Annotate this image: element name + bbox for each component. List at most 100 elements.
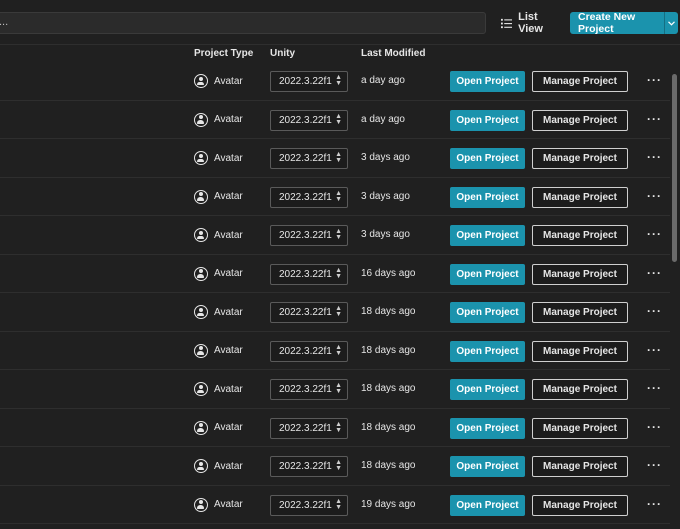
open-project-button[interactable]: Open Project [450,340,525,362]
updown-arrows-icon: ▲ ▼ [335,497,342,511]
table-row[interactable]: Avatar 2022.3.22f1 ▲ ▼ 18 days ago Open P… [0,293,670,332]
search-input[interactable]: ... [0,12,486,34]
updown-arrows-icon: ▲ ▼ [335,343,342,357]
manage-project-button[interactable]: Manage Project [532,186,628,208]
manage-project-button[interactable]: Manage Project [532,148,628,169]
table-row[interactable]: Avatar 2022.3.22f1 ▲ ▼ 18 days ago Open P… [0,408,670,447]
updown-arrows-icon: ▲ ▼ [335,420,342,434]
table-row[interactable]: Avatar 2022.3.22f1 ▲ ▼ 3 days ago Open Pr… [0,139,670,178]
unity-version-select[interactable]: 2022.3.22f1 ▲ ▼ [270,417,348,439]
more-options-icon[interactable]: ··· [647,343,662,357]
project-type-cell: Avatar [194,189,243,204]
scrollbar[interactable] [670,62,680,529]
open-project-button[interactable]: Open Project [450,302,525,323]
table-row[interactable]: Avatar 2022.3.22f1 ▲ ▼ 16 days ago Open P… [0,254,670,293]
open-project-button[interactable]: Open Project [450,109,525,131]
top-toolbar: ... List View Create New Project [0,0,680,44]
unity-version-select[interactable]: 2022.3.22f1 ▲ ▼ [270,456,348,477]
more-options-icon[interactable]: ··· [647,304,662,318]
more-options-icon[interactable]: ··· [647,112,662,126]
project-type-label: Avatar [214,383,243,395]
more-options-icon[interactable]: ··· [647,227,662,241]
unity-version-select[interactable]: 2022.3.22f1 ▲ ▼ [270,109,348,131]
unity-version-label: 2022.3.22f1 [279,76,332,87]
project-type-cell: Avatar [194,228,243,242]
project-type-cell: Avatar [194,112,243,127]
updown-arrows-icon: ▲ ▼ [335,228,342,241]
create-dropdown-button[interactable] [664,12,678,34]
unity-version-select[interactable]: 2022.3.22f1 ▲ ▼ [270,71,348,92]
manage-project-button[interactable]: Manage Project [532,225,628,246]
last-modified-label: 16 days ago [361,267,416,279]
manage-project-button[interactable]: Manage Project [532,71,628,92]
last-modified-label: a day ago [361,113,405,125]
more-options-icon[interactable]: ··· [647,266,662,280]
table-header: Project Type Unity Last Modified ↑ [0,44,680,62]
unity-version-select[interactable]: 2022.3.22f1 ▲ ▼ [270,340,348,362]
manage-project-button[interactable]: Manage Project [532,494,628,516]
avatar-icon [194,112,208,127]
avatar-icon [194,74,208,88]
unity-version-select[interactable]: 2022.3.22f1 ▲ ▼ [270,379,348,400]
manage-project-button[interactable]: Manage Project [532,109,628,131]
open-project-button[interactable]: Open Project [450,494,525,516]
project-type-cell: Avatar [194,382,243,396]
more-options-icon[interactable]: ··· [647,73,662,87]
manage-project-button[interactable]: Manage Project [532,302,628,323]
open-project-button[interactable]: Open Project [450,148,525,169]
unity-version-label: 2022.3.22f1 [279,230,332,241]
list-view-toggle[interactable]: List View [494,11,562,35]
more-options-icon[interactable]: ··· [647,420,662,434]
table-row[interactable]: Avatar 2022.3.22f1 ▲ ▼ 3 days ago Open Pr… [0,216,670,255]
column-unity[interactable]: Unity [270,48,295,59]
manage-project-button[interactable]: Manage Project [532,340,628,362]
open-project-button[interactable]: Open Project [450,225,525,246]
project-type-label: Avatar [214,345,243,356]
more-options-icon[interactable]: ··· [647,189,662,203]
table-row[interactable]: Avatar 2022.3.22f1 ▲ ▼ 19 days ago Open P… [0,485,670,524]
manage-project-button[interactable]: Manage Project [532,456,628,477]
more-options-icon[interactable]: ··· [647,150,662,164]
manage-project-button[interactable]: Manage Project [532,263,628,285]
table-row[interactable]: Avatar 2022.3.22f1 ▲ ▼ 18 days ago Open P… [0,331,670,370]
project-list: Avatar 2022.3.22f1 ▲ ▼ a day ago Open Pro… [0,62,670,524]
open-project-button[interactable]: Open Project [450,263,525,285]
project-type-label: Avatar [214,268,243,279]
create-new-project-button[interactable]: Create New Project [570,11,678,35]
unity-version-label: 2022.3.22f1 [279,345,332,357]
manage-project-button[interactable]: Manage Project [532,379,628,400]
unity-version-select[interactable]: 2022.3.22f1 ▲ ▼ [270,302,348,323]
project-type-cell: Avatar [194,497,243,512]
more-options-icon[interactable]: ··· [647,497,662,511]
project-type-cell: Avatar [194,459,243,473]
open-project-button[interactable]: Open Project [450,456,525,477]
table-row[interactable]: Avatar 2022.3.22f1 ▲ ▼ 18 days ago Open P… [0,447,670,486]
table-row[interactable]: Avatar 2022.3.22f1 ▲ ▼ 3 days ago Open Pr… [0,177,670,216]
project-type-cell: Avatar [194,420,243,435]
last-modified-label: 18 days ago [361,421,416,433]
unity-version-select[interactable]: 2022.3.22f1 ▲ ▼ [270,225,348,246]
avatar-icon [194,151,208,165]
table-row[interactable]: Avatar 2022.3.22f1 ▲ ▼ 18 days ago Open P… [0,370,670,409]
open-project-button[interactable]: Open Project [450,417,525,439]
more-options-icon[interactable]: ··· [647,458,662,472]
unity-version-select[interactable]: 2022.3.22f1 ▲ ▼ [270,186,348,208]
manage-project-button[interactable]: Manage Project [532,417,628,439]
avatar-icon [194,266,208,281]
updown-arrows-icon: ▲ ▼ [335,112,342,126]
unity-version-select[interactable]: 2022.3.22f1 ▲ ▼ [270,263,348,285]
open-project-button[interactable]: Open Project [450,186,525,208]
project-type-label: Avatar [214,460,243,472]
table-row[interactable]: Avatar 2022.3.22f1 ▲ ▼ a day ago Open Pro… [0,100,670,139]
avatar-icon [194,343,208,358]
column-last-modified[interactable]: Last Modified [361,48,425,59]
column-project-type[interactable]: Project Type [194,48,253,59]
more-options-icon[interactable]: ··· [647,381,662,395]
open-project-button[interactable]: Open Project [450,379,525,400]
scrollbar-thumb[interactable] [672,74,677,262]
table-row[interactable]: Avatar 2022.3.22f1 ▲ ▼ a day ago Open Pro… [0,62,670,101]
unity-version-select[interactable]: 2022.3.22f1 ▲ ▼ [270,148,348,169]
unity-version-select[interactable]: 2022.3.22f1 ▲ ▼ [270,494,348,516]
create-new-project-label: Create New Project [578,11,636,35]
open-project-button[interactable]: Open Project [450,71,525,92]
